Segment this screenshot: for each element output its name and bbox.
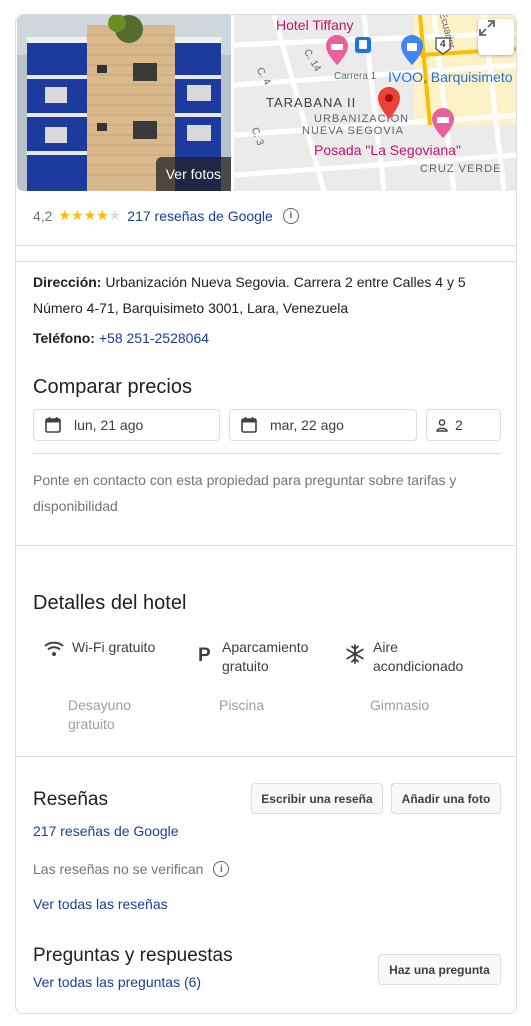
divider xyxy=(16,545,516,546)
ivoo-pin-icon[interactable] xyxy=(401,35,423,65)
amenity-wifi: Wi-Fi gratuito xyxy=(72,638,155,657)
qa-title: Preguntas y respuestas xyxy=(33,945,233,966)
checkin-date: lun, 21 ago xyxy=(74,417,144,433)
guests-count: 2 xyxy=(455,417,463,433)
map-label-tarabana: TARABANA II xyxy=(266,95,357,110)
star-empty-icon: ★ xyxy=(108,207,122,223)
unverified-reviews-text: Las reseñas no se verifican xyxy=(33,861,204,877)
amenity-label: gratuito xyxy=(222,658,269,674)
phone-label: Teléfono: xyxy=(33,330,95,346)
hotel-location-pin-icon[interactable] xyxy=(378,87,400,119)
calendar-icon xyxy=(241,417,257,433)
rating-value: 4,2 xyxy=(33,207,53,224)
amenity-label: Piscina xyxy=(219,697,265,713)
ask-question-button[interactable]: Haz una pregunta xyxy=(378,954,501,985)
bus-stop-icon[interactable] xyxy=(355,37,371,53)
unverified-reviews-note: Las reseñas no se verifican i xyxy=(33,861,230,877)
posada-pin-icon[interactable] xyxy=(432,108,454,138)
star-icon: ★ xyxy=(71,207,84,223)
calendar-icon xyxy=(45,417,61,433)
checkin-date-picker[interactable]: lun, 21 ago xyxy=(33,409,220,441)
write-review-button[interactable]: Escribir una reseña xyxy=(251,783,383,814)
map-label-posada-segoviana[interactable]: Posada "La Segoviana" xyxy=(314,142,461,158)
phone: Teléfono: +58 251-2528064 xyxy=(33,327,209,349)
expand-icon xyxy=(479,20,495,36)
wifi-icon xyxy=(44,641,64,656)
add-photo-button[interactable]: Añadir una foto xyxy=(391,783,501,814)
info-icon[interactable]: i xyxy=(282,207,299,224)
amenity-breakfast-unavailable: Desayuno gratuito xyxy=(68,696,131,734)
pricing-contact-note: Ponte en contacto con esta propiedad par… xyxy=(33,472,457,514)
hotel-knowledge-panel: Ver fotos Hotel Tiffany C. 14 Carrera 1 … xyxy=(15,14,517,1014)
see-photos-button[interactable]: Ver fotos xyxy=(155,157,231,191)
hotel-photo[interactable]: Ver fotos xyxy=(17,15,231,191)
google-reviews-link[interactable]: 217 reseñas de Google xyxy=(127,208,273,224)
see-all-questions-link[interactable]: Ver todas las preguntas (6) xyxy=(33,974,201,990)
google-reviews-link-secondary[interactable]: 217 reseñas de Google xyxy=(33,823,179,839)
map-label-urbanizacion-line2: NUEVA SEGOVIA xyxy=(302,125,405,137)
star-icon: ★ xyxy=(96,207,109,223)
amenity-label: Aparcamiento xyxy=(222,639,309,655)
person-icon xyxy=(436,419,448,432)
phone-link[interactable]: +58 251-2528064 xyxy=(99,330,209,346)
divider xyxy=(16,756,516,757)
amenity-gym-unavailable: Gimnasio xyxy=(370,696,429,715)
checkout-date: mar, 22 ago xyxy=(270,417,344,433)
location-map[interactable]: Hotel Tiffany C. 14 Carrera 1 C. 4 C. 3 … xyxy=(234,15,516,191)
divider xyxy=(16,261,516,262)
divider xyxy=(16,245,516,246)
rating-row: 4,2 ★★★★★ 217 reseñas de Google i xyxy=(33,207,299,224)
amenity-label: Wi-Fi gratuito xyxy=(72,639,156,655)
address: Dirección: Urbanización Nueva Segovia. C… xyxy=(33,269,503,321)
amenity-label: acondicionado xyxy=(373,658,464,674)
hotel-tiffany-pin-icon[interactable] xyxy=(326,35,348,65)
amenity-label: Aire xyxy=(373,639,398,655)
amenity-parking: Aparcamiento gratuito xyxy=(222,638,308,676)
map-label-cruz-verde: CRUZ VERDE xyxy=(420,163,502,175)
compare-prices-title: Comparar precios xyxy=(33,376,192,398)
see-all-reviews-link[interactable]: Ver todas las reseñas xyxy=(33,896,168,912)
info-icon[interactable]: i xyxy=(213,861,230,877)
address-label: Dirección: xyxy=(33,274,102,290)
reviews-title: Reseñas xyxy=(33,789,108,810)
svg-text:P: P xyxy=(198,645,211,663)
amenity-label: Desayuno xyxy=(68,697,132,713)
parking-icon: P xyxy=(198,645,211,663)
map-label-carrera-1: Carrera 1 xyxy=(334,71,377,82)
route-4-label: 4 xyxy=(440,39,446,50)
star-icon: ★ xyxy=(83,207,97,223)
guests-picker[interactable]: 2 xyxy=(426,409,501,441)
expand-map-button[interactable] xyxy=(478,19,514,55)
snowflake-icon xyxy=(346,644,364,664)
amenity-label: gratuito xyxy=(68,716,115,732)
divider xyxy=(33,453,501,454)
amenity-pool-unavailable: Piscina xyxy=(219,696,264,715)
hotel-details-title: Detalles del hotel xyxy=(33,592,187,614)
map-label-hotel-tiffany[interactable]: Hotel Tiffany xyxy=(276,17,354,33)
checkout-date-picker[interactable]: mar, 22 ago xyxy=(229,409,417,441)
map-label-ivoo[interactable]: IVOO, Barquisimeto xyxy=(388,69,513,85)
star-rating: ★★★★★ xyxy=(58,207,121,224)
amenity-label: Gimnasio xyxy=(370,697,430,713)
amenity-air-conditioning: Aire acondicionado xyxy=(373,638,463,676)
star-icon: ★ xyxy=(58,207,72,223)
